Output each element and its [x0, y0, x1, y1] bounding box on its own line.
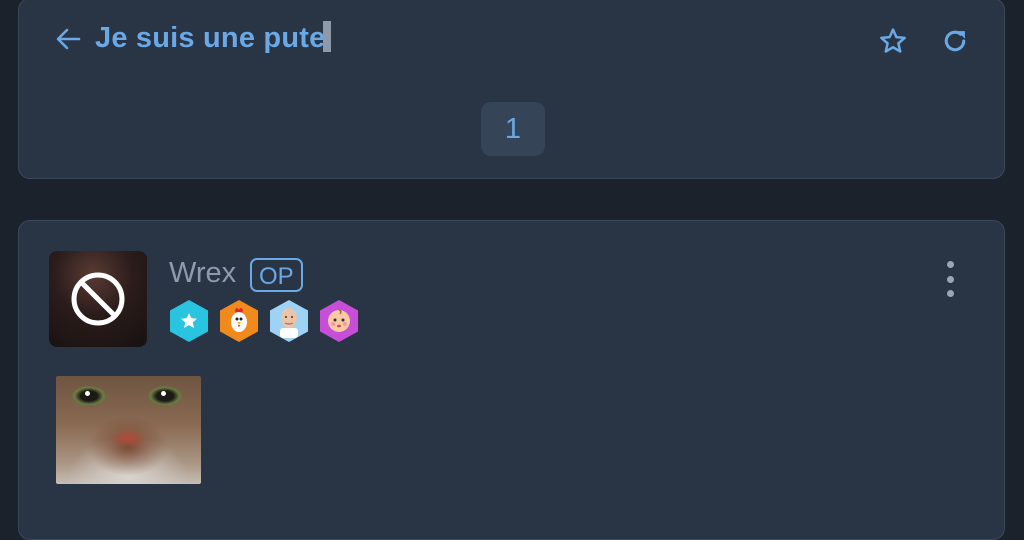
author-badges: [168, 299, 360, 343]
text-cursor: [323, 21, 332, 52]
cat-left-eye: [72, 386, 106, 406]
author-name[interactable]: Wrex: [169, 257, 236, 290]
refresh-icon: [944, 30, 966, 52]
post-menu-button[interactable]: [939, 261, 961, 297]
back-button[interactable]: [53, 25, 83, 53]
post-card: Wrex OP: [18, 220, 1005, 540]
author-avatar[interactable]: [49, 251, 147, 347]
more-vertical-icon-dot: [946, 290, 954, 297]
topic-title-text: Je suis une pute: [95, 22, 326, 54]
cat-right-eye: [148, 386, 182, 406]
cat-face-image[interactable]: [56, 376, 201, 484]
old-man-badge-icon[interactable]: [268, 299, 310, 343]
rooster-badge-icon[interactable]: [218, 299, 260, 343]
star-outline-icon: [880, 28, 906, 53]
arrow-left-icon: [56, 28, 81, 50]
topic-header-card: Je suis une pute 1: [18, 0, 1005, 179]
page-1-button[interactable]: 1: [481, 102, 545, 156]
baby-badge-icon[interactable]: [318, 299, 360, 343]
topic-title: Je suis une pute: [95, 21, 332, 55]
more-vertical-icon: [946, 261, 954, 268]
star-badge-icon[interactable]: [168, 299, 210, 343]
refresh-button[interactable]: [938, 24, 972, 58]
more-vertical-icon-dot: [946, 275, 954, 283]
banned-avatar-icon: [71, 272, 125, 326]
favorite-button[interactable]: [876, 24, 910, 58]
op-badge: OP: [250, 258, 303, 292]
